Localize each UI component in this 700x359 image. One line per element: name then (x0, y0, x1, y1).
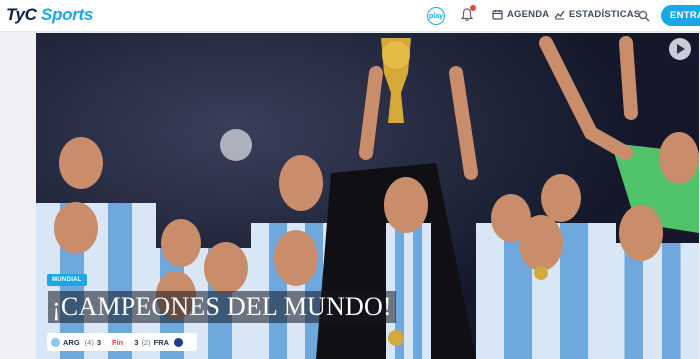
headline[interactable]: ¡CAMPEONES DEL MUNDO! (48, 291, 396, 323)
left-margin (0, 33, 36, 359)
match-score-bar[interactable]: ARG (4) 3 Fin 3 (2) FRA (47, 333, 197, 351)
nav-agenda-label: AGENDA (507, 9, 550, 20)
notification-badge (470, 5, 476, 11)
enter-button[interactable]: ENTRAR (661, 5, 700, 26)
enter-button-label: ENTRAR (670, 10, 700, 21)
argentina-crest-icon (51, 337, 60, 347)
nav-estadisticas[interactable]: ESTADÍSTICAS (554, 9, 640, 20)
france-crest-icon (174, 337, 184, 347)
play-triangle-icon (676, 44, 685, 54)
away-goals: 3 (134, 337, 139, 347)
nav-estadisticas-label: ESTADÍSTICAS (569, 9, 641, 20)
site-logo[interactable]: TyC Sports (6, 5, 93, 25)
match-status: Fin (112, 337, 124, 347)
video-play-button[interactable] (669, 38, 691, 60)
logo-accent-text: Sports (41, 5, 94, 24)
away-penalties: (2) (141, 337, 151, 347)
search-icon[interactable] (638, 10, 650, 22)
away-team: FRA (153, 337, 170, 347)
top-header: TyC Sports play AGENDA ESTADÍSTICAS ENTR… (0, 0, 700, 32)
logo-main-text: TyC (6, 5, 37, 24)
play-icon[interactable]: play (427, 7, 445, 25)
play-label: play (428, 12, 443, 20)
hero-banner[interactable]: MUNDIAL ¡CAMPEONES DEL MUNDO! ARG (4) 3 … (36, 33, 699, 359)
home-goals: 3 (96, 337, 102, 347)
nav-agenda[interactable]: AGENDA (492, 9, 549, 20)
home-team: ARG (63, 337, 80, 347)
stats-icon (554, 10, 565, 20)
category-tag[interactable]: MUNDIAL (47, 274, 87, 286)
calendar-icon (492, 10, 503, 20)
home-penalties: (4) (84, 337, 94, 347)
